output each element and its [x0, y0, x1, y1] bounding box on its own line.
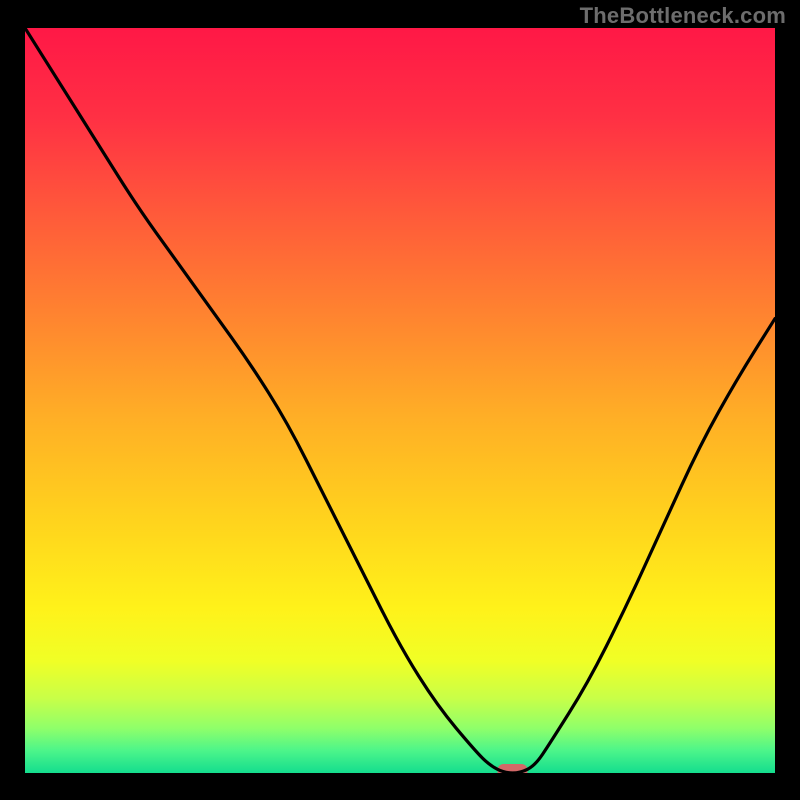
watermark-label: TheBottleneck.com [580, 3, 786, 29]
gradient-rect [25, 28, 775, 773]
chart-svg [25, 28, 775, 773]
plot-area [25, 28, 775, 773]
chart-stage: TheBottleneck.com [0, 0, 800, 800]
